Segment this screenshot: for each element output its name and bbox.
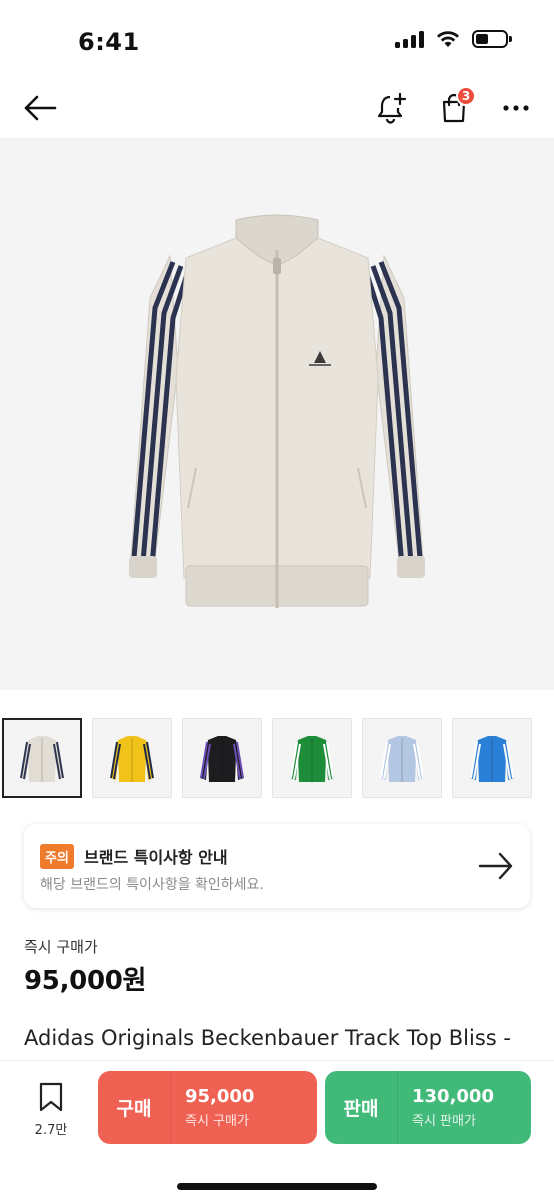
status-time: 6:41 [78, 28, 140, 56]
more-dots-icon [503, 105, 529, 111]
bookmark-button[interactable]: 2.7만 [20, 1081, 82, 1151]
top-nav: 3 [0, 80, 554, 136]
product-thumbnail[interactable] [2, 718, 82, 798]
notice-title: 브랜드 특이사항 안내 [84, 848, 228, 867]
arrow-left-icon [24, 95, 57, 121]
arrow-right-icon [478, 852, 513, 880]
home-indicator [177, 1183, 377, 1190]
jacket-thumb-blue [470, 736, 514, 782]
signal-icon [395, 30, 424, 48]
sell-info: 130,000 즉시 판매가 [398, 1086, 494, 1129]
sell-price: 130,000 [412, 1086, 494, 1107]
cart-button[interactable]: 3 [434, 86, 476, 128]
notice-tag: 주의 [40, 844, 74, 869]
product-thumbnail[interactable] [452, 718, 532, 798]
buy-sub-label: 즉시 구매가 [185, 1114, 249, 1129]
back-button[interactable] [18, 88, 62, 128]
product-title: Adidas Originals Beckenbauer Track Top B… [24, 1026, 511, 1050]
sell-button[interactable]: 판매 130,000 즉시 판매가 [325, 1071, 531, 1144]
product-thumbnail[interactable] [92, 718, 172, 798]
buy-label: 구매 [116, 1098, 152, 1120]
product-thumbnail[interactable] [182, 718, 262, 798]
more-button[interactable] [496, 88, 536, 128]
jacket-thumb-black [200, 736, 244, 782]
instant-buy-price-label: 즉시 구매가 [24, 938, 98, 956]
bookmark-count: 2.7만 [34, 1123, 68, 1138]
notice-subtitle: 해당 브랜드의 특이사항을 확인하세요. [40, 877, 264, 893]
instant-buy-price: 95,000원 [24, 966, 147, 996]
nav-actions: 3 [372, 86, 536, 128]
jacket-thumb-light-blue [380, 736, 424, 782]
jacket-thumb-yellow [110, 736, 154, 782]
jacket-thumb-ivory [20, 736, 64, 782]
sell-sub-label: 즉시 판매가 [412, 1114, 476, 1129]
battery-icon [472, 30, 512, 48]
product-thumbnail[interactable] [362, 718, 442, 798]
bookmark-icon [39, 1082, 63, 1112]
buy-info: 95,000 즉시 구매가 [171, 1086, 254, 1129]
cart-badge: 3 [456, 86, 476, 106]
buy-button[interactable]: 구매 95,000 즉시 구매가 [98, 1071, 317, 1144]
thumbnail-strip [2, 718, 554, 800]
sell-label: 판매 [343, 1098, 379, 1120]
bottom-action-bar: 2.7만 구매 95,000 즉시 구매가 판매 130,000 즉시 판매가 [0, 1060, 554, 1200]
status-icons [395, 30, 512, 48]
buy-price: 95,000 [185, 1086, 255, 1107]
alert-button[interactable] [372, 88, 412, 128]
product-thumbnail[interactable] [272, 718, 352, 798]
status-bar: 6:41 [0, 0, 554, 80]
wifi-icon [437, 31, 459, 47]
bell-plus-icon [377, 92, 407, 124]
brand-notice-card[interactable]: 주의 브랜드 특이사항 안내 해당 브랜드의 특이사항을 확인하세요. [24, 824, 530, 908]
product-main-image[interactable] [0, 138, 554, 690]
jacket-thumb-green [290, 736, 334, 782]
track-jacket-image [129, 214, 425, 608]
